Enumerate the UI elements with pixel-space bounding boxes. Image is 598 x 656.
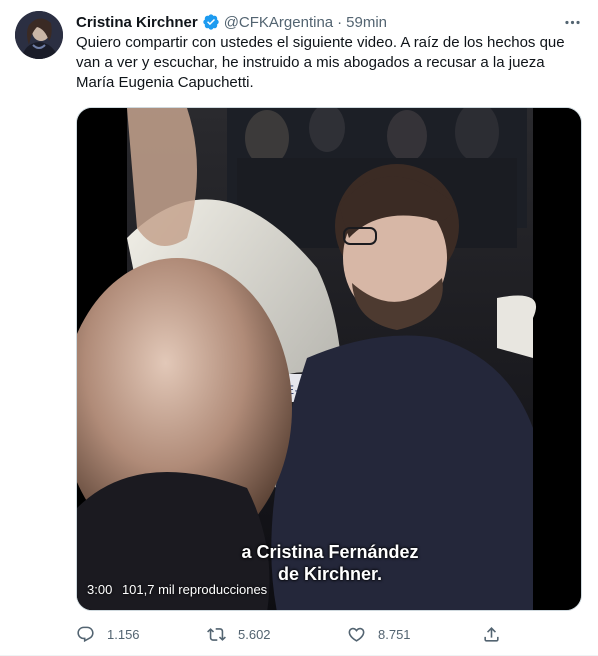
reply-button[interactable]: 1.156	[76, 622, 140, 646]
tweet-text: Quiero compartir con ustedes el siguient…	[76, 34, 565, 91]
video-duration: 3:00	[87, 582, 113, 597]
video-views: 101,7 mil reproducciones	[121, 582, 268, 597]
reply-count: 1.156	[107, 626, 140, 642]
tweet[interactable]: Cristina Kirchner @CFKArgentina · 59min …	[0, 0, 598, 656]
tweet-actions: 1.156 5.602 8.751	[72, 622, 512, 646]
retweet-count: 5.602	[238, 626, 271, 642]
video-meta: 3:00 101,7 mil reproducciones	[87, 582, 267, 597]
share-button[interactable]	[482, 622, 501, 646]
more-options-icon[interactable]	[562, 12, 582, 32]
video-player[interactable]: E·A·X a Cristina Fernández de Kirchner. …	[76, 107, 582, 611]
avatar[interactable]	[15, 11, 63, 59]
retweet-icon	[207, 627, 226, 641]
separator-dot: ·	[337, 13, 343, 31]
video-frame: E·A·X	[77, 108, 581, 610]
avatar-image	[15, 11, 63, 59]
author-handle[interactable]: @CFKArgentina	[224, 14, 333, 31]
reply-icon	[77, 626, 94, 642]
tweet-timestamp[interactable]: 59min	[346, 14, 387, 31]
like-button[interactable]: 8.751	[347, 622, 411, 646]
video-caption: a Cristina Fernández de Kirchner.	[77, 541, 581, 585]
author-name[interactable]: Cristina Kirchner	[76, 14, 198, 31]
tweet-header: Cristina Kirchner @CFKArgentina · 59min	[76, 12, 387, 32]
like-count: 8.751	[378, 626, 411, 642]
share-icon	[484, 626, 499, 642]
heart-icon	[348, 627, 365, 642]
video-caption-line-1: a Cristina Fernández	[241, 542, 419, 562]
retweet-button[interactable]: 5.602	[207, 622, 271, 646]
verified-badge-icon	[202, 13, 220, 31]
